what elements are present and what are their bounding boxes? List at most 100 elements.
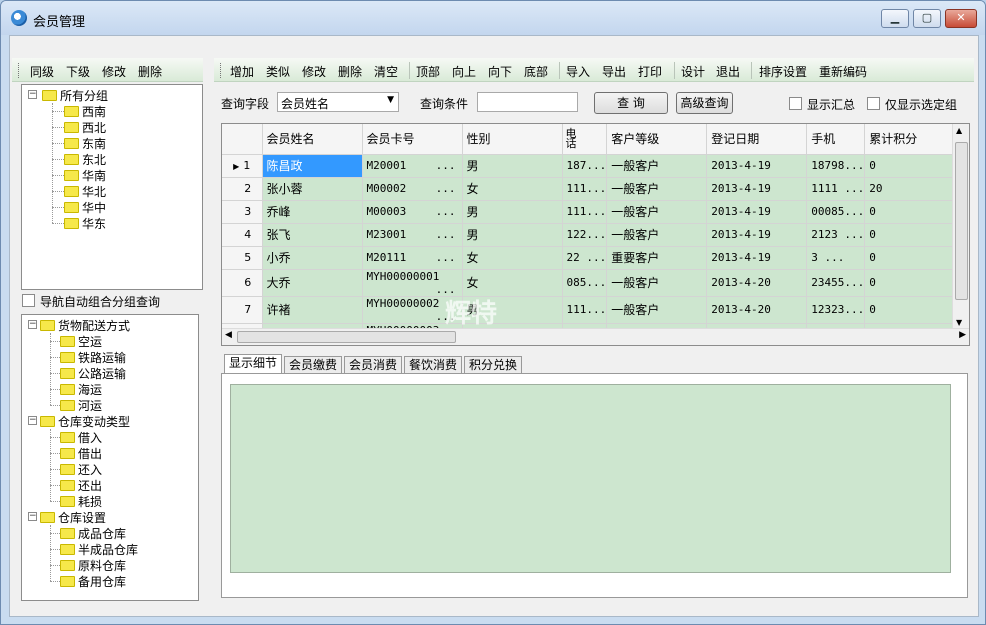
scroll-right-icon[interactable]: ▶ bbox=[959, 330, 966, 340]
cell-card[interactable]: MYH00000001... bbox=[362, 269, 463, 297]
member-grid[interactable]: 会员姓名 会员卡号 性别 电 话 客户等级 登记日期 手机 累计积分 ▶ 1 陈昌政… bbox=[221, 123, 970, 346]
toolbar-top[interactable]: 顶部 bbox=[416, 63, 440, 80]
cell-name[interactable]: 大乔 bbox=[262, 269, 363, 297]
toolbar-export[interactable]: 导出 bbox=[602, 63, 626, 80]
collapse-icon[interactable]: − bbox=[28, 512, 37, 521]
cell-ellipsis-button[interactable]: ... bbox=[436, 205, 456, 218]
nav-tree-group[interactable]: 货物配送方式 bbox=[40, 317, 130, 333]
toolbar-exit[interactable]: 退出 bbox=[716, 63, 740, 80]
scroll-left-icon[interactable]: ◀ bbox=[225, 330, 232, 340]
cell-points[interactable]: 0 bbox=[864, 269, 959, 297]
row-header[interactable]: 5 bbox=[222, 246, 263, 270]
cell-phone[interactable]: 187... bbox=[562, 154, 608, 178]
cell-level[interactable]: 一般客户 bbox=[606, 296, 708, 324]
cell-sex[interactable]: 男 bbox=[462, 200, 563, 224]
cell-phone[interactable]: 085... bbox=[562, 269, 608, 297]
tab-member-payment[interactable]: 会员缴费 bbox=[284, 356, 342, 374]
toolbar-edit[interactable]: 修改 bbox=[302, 63, 326, 80]
table-row[interactable]: 7 许褚 MYH00000002... 男 111... 一般客户 2013-4-20 123… bbox=[222, 296, 959, 324]
cell-phone[interactable]: 111... bbox=[562, 296, 608, 324]
cell-ellipsis-button[interactable]: ... bbox=[436, 251, 456, 264]
cell-level[interactable]: 一般客户 bbox=[606, 154, 708, 178]
cell-level[interactable]: 一般客户 bbox=[606, 177, 708, 201]
nav-tree-item[interactable]: 铁路运输 bbox=[60, 349, 126, 365]
toolbar-add[interactable]: 增加 bbox=[230, 63, 254, 80]
toolbar-print[interactable]: 打印 bbox=[638, 63, 662, 80]
left-toolbar-sub-level[interactable]: 下级 bbox=[66, 63, 90, 80]
cell-mobile[interactable]: 00085... bbox=[806, 200, 866, 224]
group-tree-item[interactable]: 西南 bbox=[64, 103, 106, 119]
cell-card[interactable]: M20001... bbox=[362, 154, 463, 178]
toolbar-grip[interactable] bbox=[220, 63, 223, 78]
cell-mobile[interactable]: 1111 ... bbox=[806, 177, 866, 201]
table-row[interactable]: 2 张小蓉 M00002... 女 111... 一般客户 2013-4-19 1111 ..… bbox=[222, 177, 959, 201]
cell-sex[interactable]: 男 bbox=[462, 223, 563, 247]
tab-dining-consume[interactable]: 餐饮消费 bbox=[404, 356, 462, 374]
cell-points[interactable]: 0 bbox=[864, 296, 959, 324]
scroll-down-icon[interactable]: ▼ bbox=[956, 318, 962, 327]
cell-card[interactable]: M00003... bbox=[362, 200, 463, 224]
show-selected-checkbox[interactable] bbox=[867, 97, 880, 110]
tab-show-detail[interactable]: 显示细节 bbox=[224, 354, 282, 374]
col-header-date[interactable]: 登记日期 bbox=[706, 124, 808, 155]
nav-tree-item[interactable]: 空运 bbox=[60, 333, 102, 349]
chevron-down-icon[interactable]: ▼ bbox=[387, 95, 394, 105]
cell-date[interactable]: 2013-4-19 bbox=[706, 200, 808, 224]
cell-sex[interactable]: 女 bbox=[462, 246, 563, 270]
close-button[interactable]: ✕ bbox=[945, 9, 977, 28]
nav-tree-item[interactable]: 海运 bbox=[60, 381, 102, 397]
cell-points[interactable]: 0 bbox=[864, 154, 959, 178]
cell-ellipsis-button[interactable]: ... bbox=[436, 159, 456, 172]
col-header-card[interactable]: 会员卡号 bbox=[362, 124, 463, 155]
cell-ellipsis-button[interactable]: ... bbox=[436, 228, 456, 241]
left-toolbar-same-level[interactable]: 同级 bbox=[30, 63, 54, 80]
nav-tree-group[interactable]: 仓库设置 bbox=[40, 509, 106, 525]
query-field-select[interactable]: 会员姓名 ▼ bbox=[277, 92, 399, 112]
group-tree-item[interactable]: 华南 bbox=[64, 167, 106, 183]
toolbar-sort-settings[interactable]: 排序设置 bbox=[759, 63, 807, 80]
cell-phone[interactable]: 122... bbox=[562, 223, 608, 247]
group-tree-item[interactable]: 东北 bbox=[64, 151, 106, 167]
row-header[interactable]: 6 bbox=[222, 269, 263, 297]
grid-horizontal-scrollbar[interactable]: ◀ ▶ bbox=[222, 328, 969, 345]
cell-sex[interactable]: 女 bbox=[462, 269, 563, 297]
group-tree-item[interactable]: 华北 bbox=[64, 183, 106, 199]
hscroll-thumb[interactable] bbox=[237, 331, 456, 343]
cell-level[interactable]: 一般客户 bbox=[606, 269, 708, 297]
group-tree-item[interactable]: 华中 bbox=[64, 199, 106, 215]
toolbar-import[interactable]: 导入 bbox=[566, 63, 590, 80]
cell-points[interactable]: 0 bbox=[864, 223, 959, 247]
toolbar-similar[interactable]: 类似 bbox=[266, 63, 290, 80]
cell-name[interactable]: 陈昌政 bbox=[262, 154, 363, 178]
cell-mobile[interactable]: 12323... bbox=[806, 296, 866, 324]
toolbar-grip[interactable] bbox=[18, 63, 21, 78]
cell-phone[interactable]: 22 ... bbox=[562, 246, 608, 270]
nav-auto-checkbox[interactable] bbox=[22, 294, 35, 307]
cell-mobile[interactable]: 18798... bbox=[806, 154, 866, 178]
cell-sex[interactable]: 男 bbox=[462, 154, 563, 178]
nav-tree-item[interactable]: 还出 bbox=[60, 477, 102, 493]
col-header-points[interactable]: 累计积分 bbox=[864, 124, 959, 155]
minimize-button[interactable]: ▁ bbox=[881, 9, 909, 28]
nav-tree-item[interactable]: 还入 bbox=[60, 461, 102, 477]
query-cond-input[interactable] bbox=[477, 92, 578, 112]
row-header[interactable]: 7 bbox=[222, 296, 263, 324]
table-row[interactable]: 4 张飞 M23001... 男 122... 一般客户 2013-4-19 2123 ...… bbox=[222, 223, 959, 247]
row-header[interactable]: 3 bbox=[222, 200, 263, 224]
cell-level[interactable]: 一般客户 bbox=[606, 223, 708, 247]
query-button[interactable]: 查 询 bbox=[594, 92, 668, 114]
grid-vertical-scrollbar[interactable]: ▲ ▼ bbox=[952, 124, 969, 329]
cell-date[interactable]: 2013-4-20 bbox=[706, 296, 808, 324]
cell-points[interactable]: 20 bbox=[864, 177, 959, 201]
scroll-up-icon[interactable]: ▲ bbox=[956, 126, 962, 135]
cell-name[interactable]: 许褚 bbox=[262, 296, 363, 324]
show-summary-checkbox[interactable] bbox=[789, 97, 802, 110]
row-header[interactable]: 2 bbox=[222, 177, 263, 201]
cell-level[interactable]: 一般客户 bbox=[606, 200, 708, 224]
cell-ellipsis-button[interactable]: ... bbox=[436, 182, 456, 195]
tab-points-exchange[interactable]: 积分兑换 bbox=[464, 356, 522, 374]
row-header[interactable]: 4 bbox=[222, 223, 263, 247]
toolbar-down[interactable]: 向下 bbox=[488, 63, 512, 80]
toolbar-design[interactable]: 设计 bbox=[681, 63, 705, 80]
nav-tree-item[interactable]: 借出 bbox=[60, 445, 102, 461]
